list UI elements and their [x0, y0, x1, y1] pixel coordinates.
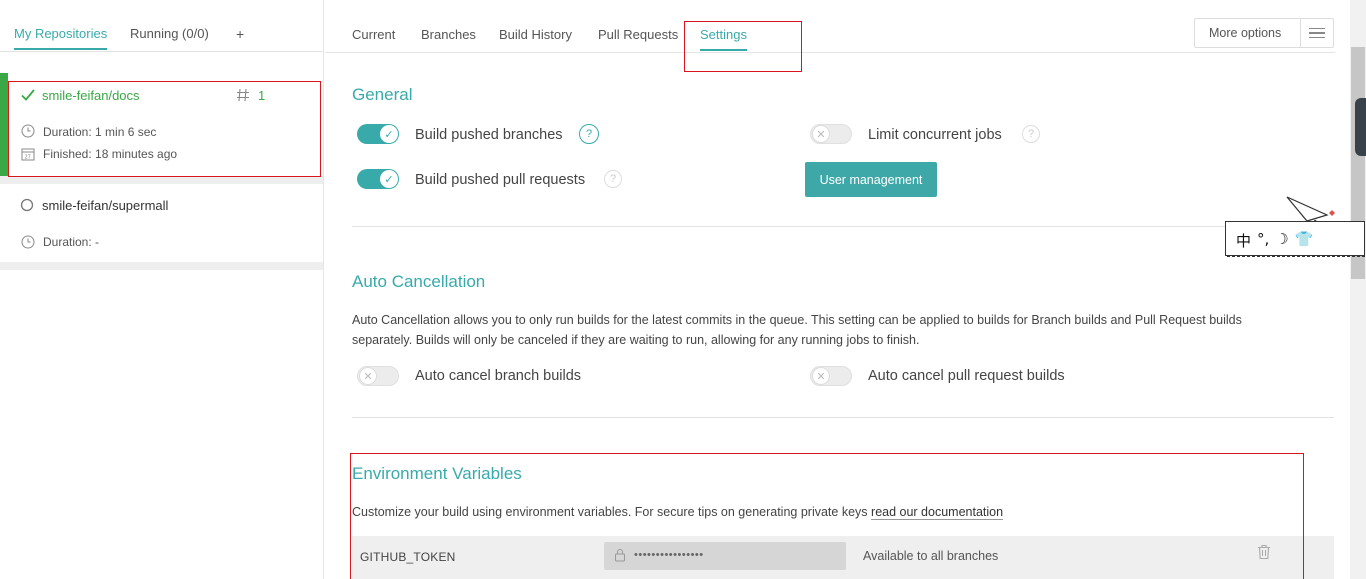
repo-tabs: Current Branches Build History Pull Requ…: [325, 0, 1335, 53]
repo-name[interactable]: smile-feifan/docs: [42, 88, 140, 103]
tab-settings[interactable]: Settings: [700, 27, 747, 51]
close-icon: ✕: [812, 367, 830, 385]
tab-my-repositories[interactable]: My Repositories: [14, 26, 108, 50]
shirt-icon[interactable]: 👕: [1295, 230, 1314, 251]
auto-cancel-branch-label: Auto cancel branch builds: [415, 368, 582, 384]
check-icon: ✓: [380, 170, 398, 188]
env-variables-description: Customize your build using environment v…: [352, 502, 1004, 522]
lock-icon: [614, 548, 626, 565]
tab-pull-requests[interactable]: Pull Requests: [598, 27, 678, 42]
help-icon[interactable]: ?: [604, 170, 622, 188]
close-icon: ✕: [812, 125, 830, 143]
trash-icon[interactable]: [1257, 544, 1271, 563]
svg-text:27: 27: [25, 155, 31, 161]
section-divider: [352, 226, 1334, 227]
build-finished: Finished: 18 minutes ago: [43, 147, 178, 161]
repositories-sidebar: My Repositories Running (0/0) + smile-fe…: [0, 0, 324, 579]
ime-toolbar-shadow: [1227, 256, 1365, 258]
env-variable-name: GITHUB_TOKEN: [360, 550, 456, 564]
add-repository-button[interactable]: +: [236, 26, 244, 42]
masked-value: ••••••••••••••••: [634, 549, 704, 561]
tab-build-history[interactable]: Build History: [499, 27, 572, 42]
repo-card-supermall[interactable]: smile-feifan/supermall Duration: -: [0, 188, 323, 260]
env-variables-title: Environment Variables: [352, 464, 522, 483]
menu-icon: [1299, 19, 1333, 47]
more-options-button[interactable]: More options: [1194, 18, 1334, 48]
tab-branches[interactable]: Branches: [421, 27, 476, 42]
env-variable-branches: Available to all branches: [863, 549, 999, 563]
toggle-auto-cancel-branch[interactable]: ✕: [357, 366, 399, 386]
build-duration: Duration: -: [43, 235, 100, 249]
build-duration: Duration: 1 min 6 sec: [43, 125, 157, 139]
ime-toolbar: 中 °, ☽ 👕: [1225, 221, 1365, 256]
limit-concurrent-label: Limit concurrent jobs: [868, 127, 1002, 143]
help-icon[interactable]: ?: [1022, 125, 1040, 143]
general-title: General: [352, 85, 413, 104]
repo-separator: [0, 176, 323, 184]
env-variable-value: ••••••••••••••••: [604, 542, 846, 570]
documentation-link[interactable]: read our documentation: [871, 505, 1004, 520]
sidebar-tabs: My Repositories Running (0/0) +: [0, 0, 323, 52]
toggle-limit-concurrent-jobs[interactable]: ✕: [810, 124, 852, 144]
more-options-label: More options: [1209, 26, 1282, 40]
status-circle-icon: [20, 198, 34, 215]
auto-cancellation-title: Auto Cancellation: [352, 272, 486, 291]
moon-icon[interactable]: ☽: [1275, 230, 1288, 251]
help-icon[interactable]: ?: [579, 124, 599, 144]
toggle-auto-cancel-pr[interactable]: ✕: [810, 366, 852, 386]
toggle-build-pushed-prs[interactable]: ✓: [357, 169, 399, 189]
side-widget-handle[interactable]: [1355, 98, 1366, 156]
build-pushed-prs-label: Build pushed pull requests: [415, 172, 586, 188]
build-pushed-branches-label: Build pushed branches: [415, 127, 563, 143]
ime-punctuation-toggle[interactable]: °,: [1257, 230, 1269, 251]
build-number[interactable]: 1: [258, 88, 265, 103]
repo-separator: [0, 262, 323, 270]
calendar-icon: 27: [21, 147, 35, 164]
auto-cancel-pr-label: Auto cancel pull request builds: [868, 368, 1065, 384]
tab-current[interactable]: Current: [352, 27, 395, 42]
clock-icon: [21, 235, 35, 252]
check-icon: ✓: [380, 125, 398, 143]
user-management-button[interactable]: User management: [805, 162, 937, 197]
ime-language-toggle[interactable]: 中: [1236, 230, 1251, 251]
toggle-build-pushed-branches[interactable]: ✓: [357, 124, 399, 144]
tab-running[interactable]: Running (0/0): [130, 26, 209, 41]
section-divider: [352, 417, 1334, 418]
hash-icon: [236, 88, 250, 105]
check-icon: [20, 87, 36, 106]
env-variable-row: GITHUB_TOKEN •••••••••••••••• Available …: [352, 536, 1334, 579]
env-description-text: Customize your build using environment v…: [352, 505, 868, 519]
auto-cancellation-description: Auto Cancellation allows you to only run…: [352, 313, 1242, 347]
repo-card-docs[interactable]: smile-feifan/docs 1 Duration: 1 min 6 se…: [0, 73, 323, 176]
repo-name[interactable]: smile-feifan/supermall: [42, 198, 168, 213]
close-icon: ✕: [359, 367, 377, 385]
clock-icon: [21, 124, 35, 141]
